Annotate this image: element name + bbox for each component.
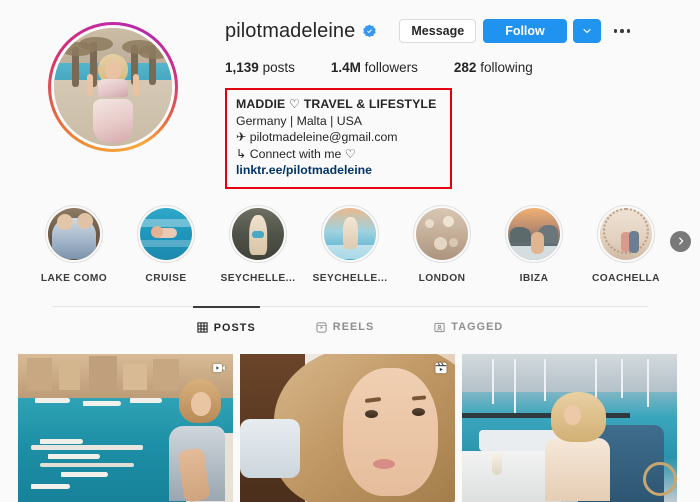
highlight-ring <box>45 204 103 263</box>
tab-posts[interactable]: POSTS <box>192 305 260 344</box>
stat-following-label: following <box>480 60 533 75</box>
stat-posts-label: posts <box>262 60 295 75</box>
username-row: pilotmadeleine Message Follow <box>225 16 686 46</box>
highlight-lake-como[interactable]: LAKE COMO <box>28 204 120 284</box>
stat-followers-value: 1.4M <box>330 60 361 75</box>
message-button[interactable]: Message <box>399 19 477 43</box>
highlight-seychelles-1[interactable]: SEYCHELLE... <box>212 204 304 284</box>
highlight-label: LONDON <box>418 272 466 284</box>
highlight-label: COACHELLA <box>591 272 660 284</box>
grid-icon <box>197 322 208 333</box>
airplane-icon: ✈ <box>236 130 247 144</box>
highlight-label: LAKE COMO <box>40 272 108 284</box>
avatar-inner <box>50 25 175 149</box>
story-highlights: LAKE COMO CRUISE SEYCHELLE... SEYCHELLE.… <box>0 204 700 284</box>
avatar[interactable] <box>53 28 172 146</box>
instagram-profile-page: pilotmadeleine Message Follow 1,139 post… <box>0 0 700 502</box>
highlight-label: SEYCHELLE... <box>220 272 296 284</box>
stat-posts-value: 1,139 <box>225 60 259 75</box>
page-title: pilotmadeleine <box>225 20 356 42</box>
bio-highlight-box: MADDIE ♡ TRAVEL & LIFESTYLE Germany | Ma… <box>225 88 453 189</box>
reels-icon <box>316 321 327 333</box>
reels-icon <box>433 361 448 376</box>
arrow-down-right-icon: ↳ <box>236 146 247 161</box>
highlight-thumbnail <box>508 207 560 260</box>
highlight-thumbnail <box>232 207 284 260</box>
highlight-seychelles-2[interactable]: SEYCHELLE... <box>304 204 396 284</box>
chevron-down-glyph <box>583 28 591 34</box>
stat-posts[interactable]: 1,139 posts <box>225 60 295 75</box>
bio-connect: Connect with me ♡ <box>249 146 356 161</box>
highlight-ring <box>413 204 471 263</box>
tab-reels-label: REELS <box>332 321 375 333</box>
posts-grid <box>0 353 700 502</box>
stats-row: 1,139 posts 1.4M followers 282 following <box>225 60 686 75</box>
highlight-thumbnail <box>324 207 376 260</box>
highlight-label: CRUISE <box>145 272 187 284</box>
highlight-ring <box>229 204 287 263</box>
highlight-ring <box>321 204 379 263</box>
reels-glyph <box>434 362 447 374</box>
stat-following-value: 282 <box>453 60 477 75</box>
post-thumbnail-3[interactable] <box>462 353 677 502</box>
highlights-next-button[interactable] <box>670 230 691 252</box>
bio-link[interactable]: linktr.ee/pilotmadeleine <box>236 162 436 179</box>
follow-button[interactable]: Follow <box>483 19 567 43</box>
stat-following[interactable]: 282 following <box>454 60 533 75</box>
profile-tabs: POSTS REELS TAGGED <box>0 305 700 344</box>
highlight-thumbnail <box>416 207 468 260</box>
more-options-icon[interactable] <box>611 19 633 43</box>
video-icon <box>211 361 226 376</box>
highlight-thumbnail <box>600 207 652 260</box>
profile-info-column: pilotmadeleine Message Follow 1,139 post… <box>225 12 700 189</box>
stat-followers-label: followers <box>364 60 418 75</box>
highlight-thumbnail <box>48 207 100 260</box>
highlight-cruise[interactable]: CRUISE <box>120 204 212 284</box>
tab-tagged-label: TAGGED <box>451 321 504 333</box>
chevron-right-icon <box>678 237 683 245</box>
video-glyph <box>212 363 225 373</box>
bio-location: Germany | Malta | USA <box>236 113 362 128</box>
post-thumbnail-1[interactable] <box>18 353 233 502</box>
highlight-ring <box>505 204 563 263</box>
tab-posts-label: POSTS <box>213 321 256 334</box>
highlight-label: IBIZA <box>519 272 549 284</box>
highlight-label: SEYCHELLE... <box>312 272 388 284</box>
story-ring[interactable] <box>47 22 178 152</box>
tab-tagged[interactable]: TAGGED <box>430 306 507 344</box>
bio-name: MADDIE ♡ TRAVEL & LIFESTYLE <box>236 97 437 111</box>
avatar-column <box>0 12 225 189</box>
tagged-icon <box>434 322 445 332</box>
verified-badge-icon <box>363 24 377 37</box>
highlight-london[interactable]: LONDON <box>396 204 488 284</box>
chevron-down-icon[interactable] <box>572 19 601 43</box>
tab-reels[interactable]: REELS <box>312 306 379 344</box>
highlight-ibiza[interactable]: IBIZA <box>488 204 580 284</box>
highlight-coachella[interactable]: COACHELLA <box>580 204 672 284</box>
bio-email-line: ✈ pilotmadeleine@gmail.com <box>236 129 436 146</box>
profile-header: pilotmadeleine Message Follow 1,139 post… <box>0 0 700 189</box>
highlight-ring <box>137 204 195 263</box>
post-thumbnail-2[interactable] <box>240 353 455 502</box>
bio-connect-line: ↳ Connect with me ♡ <box>236 146 436 163</box>
highlight-thumbnail <box>140 207 192 260</box>
stat-followers[interactable]: 1.4M followers <box>331 60 418 75</box>
highlight-ring <box>597 204 655 263</box>
bio-email: pilotmadeleine@gmail.com <box>249 130 398 144</box>
